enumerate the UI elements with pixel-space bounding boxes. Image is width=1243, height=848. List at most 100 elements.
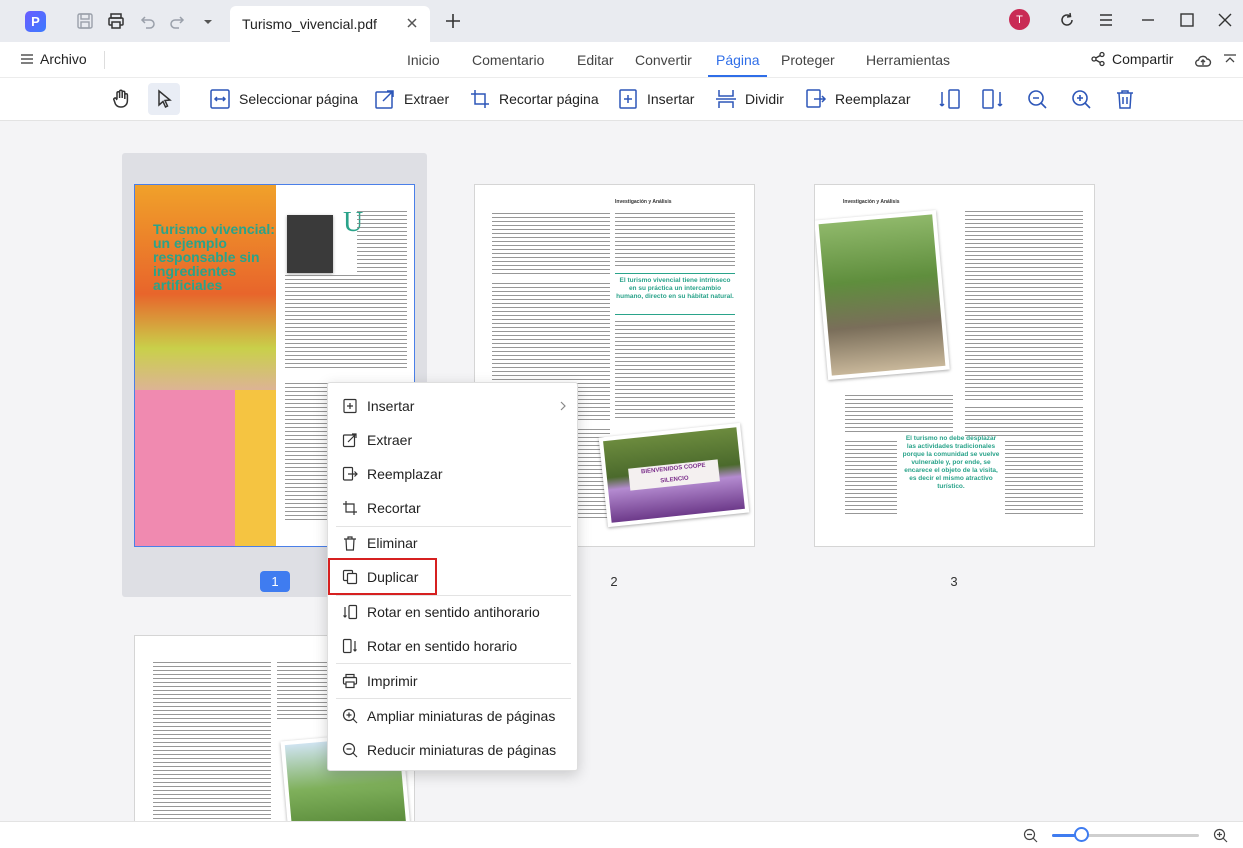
- menu-item-label: Ampliar miniaturas de páginas: [367, 708, 556, 724]
- extract-label: Extraer: [404, 91, 450, 107]
- menu-item-label: Extraer: [367, 432, 413, 448]
- text-block: [492, 213, 610, 275]
- archivo-menu[interactable]: Archivo: [20, 51, 87, 67]
- zoom-in-thumbnails-icon[interactable]: [1068, 86, 1094, 112]
- close-window-icon[interactable]: [1216, 11, 1234, 29]
- page-thumbnails-canvas[interactable]: Turismo vivencial: un ejemplo responsabl…: [0, 121, 1243, 821]
- menu-item-label: Reemplazar: [367, 466, 443, 482]
- hand-tool-icon[interactable]: [108, 86, 134, 112]
- tab-herramientas[interactable]: Herramientas: [866, 52, 950, 68]
- tab-proteger[interactable]: Proteger: [781, 52, 835, 68]
- menu-item-eliminar[interactable]: Eliminar: [328, 528, 579, 558]
- zoom-out-icon[interactable]: [1023, 828, 1038, 843]
- share-button[interactable]: Compartir: [1090, 51, 1173, 67]
- photo-coopesilencio: BIENVENIDOS COOPE SILENCIO: [598, 422, 750, 528]
- menu-item-rotar-antihorario[interactable]: Rotar en sentido antihorario: [328, 597, 579, 627]
- hamburger-icon: [21, 54, 33, 64]
- insert-label: Insertar: [647, 91, 695, 107]
- document-tab[interactable]: Turismo_vivencial.pdf: [230, 6, 430, 42]
- split-button[interactable]: Dividir: [715, 86, 784, 112]
- zoom-out-icon: [342, 742, 358, 758]
- text-block: [357, 211, 407, 273]
- status-bar: [0, 821, 1243, 848]
- menu-item-imprimir[interactable]: Imprimir: [328, 666, 579, 696]
- collapse-ribbon-icon[interactable]: [1222, 52, 1238, 68]
- minimize-icon[interactable]: [1139, 11, 1157, 29]
- print-icon[interactable]: [107, 12, 125, 30]
- menu-separator: [336, 663, 571, 664]
- menu-separator: [336, 698, 571, 699]
- text-block: [845, 395, 953, 435]
- text-block: [965, 211, 1083, 401]
- page-number-1[interactable]: 1: [260, 571, 290, 592]
- redo-icon[interactable]: [169, 12, 187, 30]
- photo-cyclists: [815, 209, 950, 381]
- insert-button[interactable]: Insertar: [617, 86, 694, 112]
- cover-photo-yellow: [235, 390, 276, 546]
- page-number-2[interactable]: 2: [599, 574, 629, 589]
- user-avatar[interactable]: T: [1009, 9, 1030, 30]
- zoom-out-thumbnails-icon[interactable]: [1024, 86, 1050, 112]
- document-tab-title: Turismo_vivencial.pdf: [242, 16, 377, 32]
- sync-icon[interactable]: [1058, 11, 1076, 29]
- section-label: Investigación y Análisis: [615, 199, 672, 205]
- crop-icon: [342, 500, 358, 516]
- page-thumbnail-3[interactable]: Investigación y Análisis El turismo no d…: [814, 184, 1095, 547]
- text-block: [285, 275, 407, 371]
- replace-label: Reemplazar: [835, 91, 911, 107]
- extract-button[interactable]: Extraer: [374, 86, 449, 112]
- menu-item-insertar[interactable]: Insertar: [328, 391, 579, 421]
- select-page-button[interactable]: Seleccionar página: [209, 86, 358, 112]
- archivo-label: Archivo: [40, 51, 87, 67]
- menu-item-label: Recortar: [367, 500, 421, 516]
- app-logo-icon[interactable]: P: [25, 11, 46, 32]
- text-block: [615, 321, 735, 421]
- menu-item-label: Rotar en sentido antihorario: [367, 604, 540, 620]
- menu-item-extraer[interactable]: Extraer: [328, 425, 579, 455]
- tab-comentario[interactable]: Comentario: [472, 52, 544, 68]
- page-number-3[interactable]: 3: [939, 574, 969, 589]
- zoom-slider-knob[interactable]: [1074, 827, 1090, 842]
- menu-item-rotar-horario[interactable]: Rotar en sentido horario: [328, 631, 579, 661]
- rotate-left-icon[interactable]: [937, 86, 963, 112]
- tab-inicio[interactable]: Inicio: [407, 52, 440, 68]
- select-tool-icon[interactable]: [148, 83, 180, 115]
- menu-item-reemplazar[interactable]: Reemplazar: [328, 459, 579, 489]
- banner-sign: BIENVENIDOS COOPE SILENCIO: [628, 459, 720, 491]
- tab-pagina[interactable]: Página: [716, 52, 760, 68]
- rotate-right-icon[interactable]: [979, 86, 1005, 112]
- maximize-icon[interactable]: [1178, 11, 1196, 29]
- split-icon: [716, 90, 736, 108]
- tab-convertir[interactable]: Convertir: [635, 52, 692, 68]
- undo-icon[interactable]: [138, 12, 156, 30]
- save-icon[interactable]: [76, 12, 94, 30]
- tab-editar[interactable]: Editar: [577, 52, 614, 68]
- page-3-quote: El turismo no debe desplazar las activid…: [902, 435, 1000, 490]
- menu-hamburger-icon[interactable]: [1097, 11, 1115, 29]
- active-tab-indicator: [708, 75, 767, 77]
- rotate-right-icon: [342, 638, 358, 654]
- zoom-in-icon[interactable]: [1213, 828, 1228, 843]
- submenu-arrow-icon: [559, 398, 567, 414]
- menu-bar: Archivo Inicio Comentario Editar Convert…: [0, 42, 1243, 78]
- replace-button[interactable]: Reemplazar: [805, 86, 910, 112]
- page-context-menu: Insertar Extraer Reemplazar Recortar Eli…: [327, 382, 578, 771]
- text-block: [965, 407, 1083, 437]
- insert-page-icon: [619, 89, 637, 109]
- page-2-quote: El turismo vivencial tiene intrínseco en…: [615, 273, 735, 315]
- duplicar-highlight-box: [328, 558, 437, 595]
- close-tab-icon[interactable]: [404, 15, 420, 31]
- divider: [104, 51, 105, 69]
- delete-page-icon[interactable]: [1112, 86, 1138, 112]
- menu-item-ampliar-miniaturas[interactable]: Ampliar miniaturas de páginas: [328, 701, 579, 731]
- author-portrait: [287, 215, 333, 273]
- menu-item-recortar[interactable]: Recortar: [328, 493, 579, 523]
- menu-separator: [336, 526, 571, 527]
- crop-page-button[interactable]: Recortar página: [469, 86, 599, 112]
- cloud-upload-icon[interactable]: [1194, 52, 1212, 70]
- quick-access-dropdown-icon[interactable]: [199, 12, 217, 30]
- menu-item-reducir-miniaturas[interactable]: Reducir miniaturas de páginas: [328, 735, 579, 765]
- new-tab-icon[interactable]: [444, 12, 462, 30]
- text-block: [845, 441, 897, 517]
- select-page-label: Seleccionar página: [239, 91, 359, 107]
